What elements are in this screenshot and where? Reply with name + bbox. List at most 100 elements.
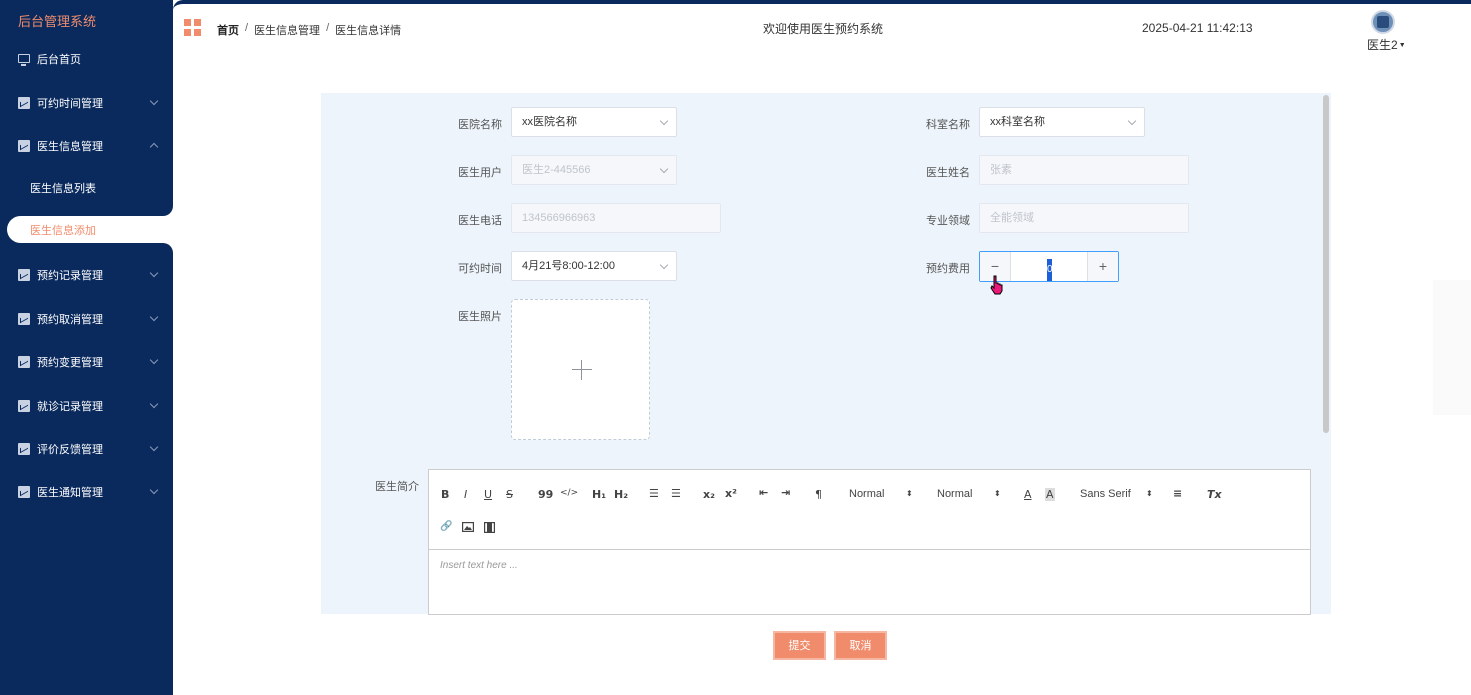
sidebar-item-label: 医生信息列表: [30, 182, 96, 195]
breadcrumb: 首页 / 医生信息管理 / 医生信息详情: [217, 22, 401, 38]
select-arrows-icon: ⬍: [1146, 489, 1153, 498]
monitor-icon: [18, 54, 30, 66]
increment-button[interactable]: +: [1087, 252, 1118, 281]
sidebar-item-label: 预约变更管理: [37, 356, 103, 369]
specialty-field: 全能领域: [979, 203, 1189, 233]
breadcrumb-separator: /: [245, 22, 249, 34]
avatar[interactable]: [1371, 10, 1395, 34]
sidebar-item-notifications[interactable]: 医生通知管理: [0, 470, 173, 513]
top-bar: 首页 / 医生信息管理 / 医生信息详情 欢迎使用医生预约系统 2025-04-…: [173, 0, 1471, 58]
user-name: 医生2: [1367, 38, 1398, 52]
hand-cursor-icon: [990, 275, 1003, 295]
submit-button[interactable]: 提交: [773, 631, 826, 660]
superscript-button[interactable]: x²: [725, 487, 737, 500]
chart-icon: [18, 139, 30, 152]
doctor-name-label: 医生姓名: [926, 167, 970, 179]
sidebar-item-visits[interactable]: 就诊记录管理: [0, 384, 173, 427]
editor-placeholder[interactable]: Insert text here ...: [440, 560, 518, 571]
photo-uploader[interactable]: [511, 299, 650, 440]
clean-format-button[interactable]: Tx: [1207, 488, 1222, 501]
indent-button[interactable]: ⇥: [781, 486, 790, 499]
hospital-value: xx医院名称: [522, 116, 577, 128]
chevron-down-icon: [149, 268, 159, 278]
fee-label: 预约费用: [926, 263, 970, 275]
sidebar-item-changes[interactable]: 预约变更管理: [0, 340, 173, 383]
sidebar-subitem-doctor-add[interactable]: 医生信息添加: [7, 216, 173, 243]
phone-label: 医生电话: [458, 215, 502, 227]
background-color-button[interactable]: A: [1045, 488, 1055, 501]
sidebar-item-schedule[interactable]: 可约时间管理: [0, 81, 173, 124]
chevron-down-icon: [149, 399, 159, 409]
chart-icon: [18, 268, 30, 281]
size-value: Normal: [849, 488, 885, 500]
breadcrumb-home[interactable]: 首页: [217, 22, 239, 38]
chevron-down-icon: [149, 355, 159, 365]
bullet-list-button[interactable]: ☰: [671, 487, 681, 500]
doctor-user-select: 医生2-445566: [511, 155, 677, 185]
h1-button[interactable]: H₁: [592, 488, 606, 501]
department-value: xx科室名称: [990, 116, 1045, 128]
menu-grid-icon[interactable]: [184, 19, 201, 36]
underline-button[interactable]: U: [484, 488, 492, 501]
breadcrumb-doctor-info: 医生信息管理: [254, 25, 321, 37]
align-button[interactable]: ≡: [1173, 487, 1182, 500]
breadcrumb-doctor-detail: 医生信息详情: [335, 25, 402, 37]
chevron-down-icon: [149, 485, 159, 495]
text-color-button[interactable]: A: [1024, 488, 1032, 501]
blockquote-button[interactable]: 99: [538, 488, 553, 501]
sidebar-item-label: 可约时间管理: [37, 97, 103, 110]
sidebar-item-label: 就诊记录管理: [37, 400, 103, 413]
available-time-select[interactable]: 4月21号8:00-12:00: [511, 251, 677, 281]
sidebar-item-dashboard[interactable]: 后台首页: [0, 37, 173, 80]
video-icon[interactable]: [484, 522, 495, 533]
chart-icon: [18, 96, 30, 109]
header-select[interactable]: Normal ⬍: [937, 488, 1001, 500]
scrollbar[interactable]: [1323, 95, 1329, 433]
font-value: Sans Serif: [1080, 488, 1131, 500]
sidebar-item-feedback[interactable]: 评价反馈管理: [0, 427, 173, 470]
chevron-down-icon: [659, 164, 669, 174]
font-select[interactable]: Sans Serif ⬍: [1080, 488, 1153, 500]
plus-icon: [572, 360, 592, 380]
strike-button[interactable]: S: [506, 488, 513, 501]
chart-icon: [18, 312, 30, 325]
sidebar-item-label: 医生信息管理: [37, 140, 103, 153]
current-datetime: 2025-04-21 11:42:13: [1142, 21, 1253, 35]
department-select[interactable]: xx科室名称: [979, 107, 1145, 137]
sidebar-item-label: 预约记录管理: [37, 269, 103, 282]
chevron-down-icon: [659, 260, 669, 270]
sidebar-subitem-doctor-list[interactable]: 医生信息列表: [0, 166, 173, 209]
hospital-select[interactable]: xx医院名称: [511, 107, 677, 137]
direction-button[interactable]: ¶: [815, 488, 822, 501]
sidebar-item-appointments[interactable]: 预约记录管理: [0, 253, 173, 296]
user-menu[interactable]: 医生2▼: [1367, 36, 1406, 53]
hospital-label: 医院名称: [458, 119, 502, 131]
size-select[interactable]: Normal ⬍: [849, 488, 913, 500]
chart-icon: [18, 399, 30, 412]
fee-value[interactable]: 0: [1047, 259, 1053, 281]
available-time-label: 可约时间: [458, 263, 502, 275]
caret-down-icon: ▼: [1398, 42, 1406, 50]
breadcrumb-separator: /: [326, 22, 330, 34]
italic-button[interactable]: I: [464, 488, 467, 501]
phone-field: 134566966963: [511, 203, 721, 233]
bold-button[interactable]: B: [441, 488, 449, 501]
available-time-value: 4月21号8:00-12:00: [522, 260, 615, 272]
code-button[interactable]: </>: [560, 488, 578, 498]
cancel-button[interactable]: 取消: [834, 631, 887, 660]
sidebar-item-doctor-info[interactable]: 医生信息管理: [0, 124, 173, 167]
subscript-button[interactable]: x₂: [703, 488, 715, 501]
doctor-name-field: 张素: [979, 155, 1189, 185]
doctor-user-label: 医生用户: [458, 167, 502, 179]
chevron-down-icon: [1127, 116, 1137, 126]
h2-button[interactable]: H₂: [614, 488, 628, 501]
sidebar-item-cancellations[interactable]: 预约取消管理: [0, 297, 173, 340]
ordered-list-button[interactable]: ☰: [649, 487, 659, 500]
select-arrows-icon: ⬍: [906, 489, 913, 498]
outdent-button[interactable]: ⇤: [759, 486, 768, 499]
specialty-label: 专业领域: [926, 215, 970, 227]
image-icon[interactable]: [462, 522, 474, 532]
link-icon[interactable]: 🔗: [440, 521, 452, 532]
photo-label: 医生照片: [458, 311, 502, 323]
chevron-down-icon: [659, 116, 669, 126]
